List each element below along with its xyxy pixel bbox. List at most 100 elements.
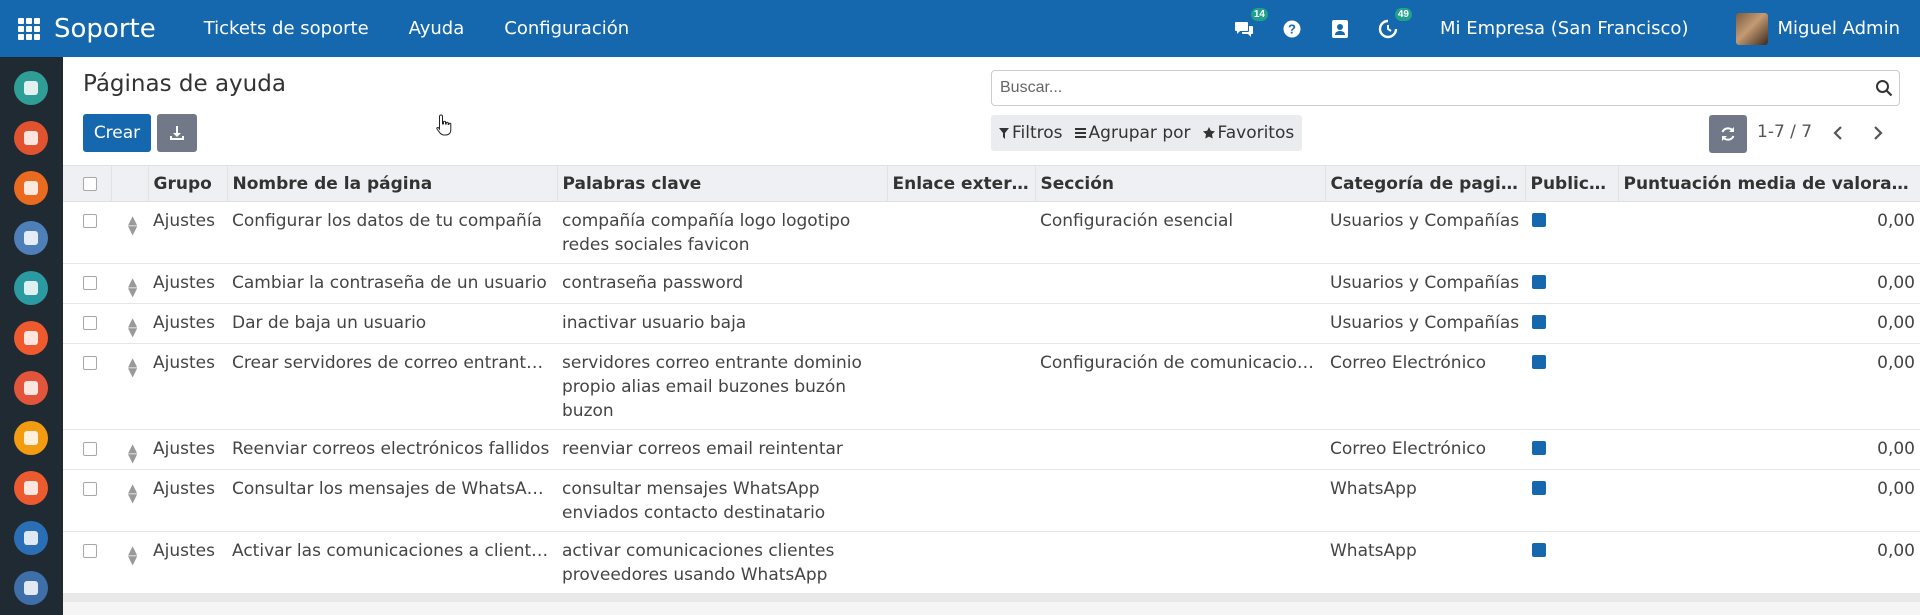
pager-value[interactable]: 1-7 / 7 (1757, 122, 1812, 142)
cell-keywords[interactable]: reenviar correos email reintentar (557, 429, 887, 470)
cell-section[interactable]: Configuración esencial (1035, 201, 1325, 264)
cell-keywords[interactable]: contraseña password (557, 263, 887, 304)
apps-menu-icon[interactable] (18, 17, 40, 40)
app-brand[interactable]: Soporte (54, 14, 156, 44)
cell-external-link[interactable] (887, 303, 1035, 344)
drag-handle-icon[interactable]: ▲ ▼ (128, 544, 143, 566)
sidebar-app-notes-icon[interactable] (14, 171, 48, 205)
cell-name[interactable]: Activar las comunicaciones a clientes ..… (227, 531, 557, 594)
published-checkbox[interactable] (1532, 441, 1546, 455)
cell-group[interactable]: Ajustes (148, 531, 227, 594)
cell-external-link[interactable] (887, 469, 1035, 532)
cell-section[interactable]: Configuración de comunicacion... (1035, 343, 1325, 430)
pager-next-button[interactable] (1866, 119, 1890, 147)
cell-group[interactable]: Ajustes (148, 429, 227, 470)
refresh-button[interactable] (1709, 115, 1747, 153)
column-header-section[interactable]: Sección (1035, 165, 1326, 202)
sidebar-app-events-icon[interactable] (14, 471, 48, 505)
cell-group[interactable]: Ajustes (148, 469, 227, 532)
column-header-name[interactable]: Nombre de la página (227, 165, 558, 202)
favorites-toggle[interactable]: Favoritos (1202, 123, 1294, 143)
select-all-checkbox[interactable] (83, 176, 97, 191)
column-header-external-link[interactable]: Enlace externo (887, 165, 1036, 202)
table-row[interactable]: ▲ ▼ Ajustes Reenviar correos electrónicos… (63, 429, 1920, 470)
table-row[interactable]: ▲ ▼ Ajustes Dar de baja un usuario inacti… (63, 303, 1920, 344)
table-row[interactable]: ▲ ▼ Ajustes Configurar los datos de tu co… (63, 201, 1920, 264)
cell-category[interactable]: Correo Electrónico (1325, 343, 1525, 430)
cell-rating[interactable]: 0,00 (1618, 469, 1920, 532)
drag-handle-icon[interactable]: ▲ ▼ (128, 356, 143, 378)
table-row[interactable]: ▲ ▼ Ajustes Crear servidores de correo en… (63, 343, 1920, 430)
cell-section[interactable] (1035, 303, 1325, 344)
contacts-icon[interactable] (1328, 17, 1352, 41)
cell-name[interactable]: Cambiar la contraseña de un usuario (227, 263, 557, 304)
user-avatar[interactable] (1736, 12, 1769, 45)
messages-icon[interactable]: 14 (1232, 7, 1268, 41)
sidebar-app-crm-icon[interactable] (14, 321, 48, 355)
cell-name[interactable]: Consultar los mensajes de WhatsApp ... (227, 469, 557, 532)
published-checkbox[interactable] (1532, 275, 1546, 289)
cell-category[interactable]: Usuarios y Compañías (1325, 303, 1525, 344)
group-by-toggle[interactable]: Agrupar por (1074, 123, 1191, 143)
cell-external-link[interactable] (887, 343, 1035, 430)
company-switcher[interactable]: Mi Empresa (San Francisco) (1440, 18, 1689, 39)
sidebar-app-calendar-icon[interactable] (14, 121, 48, 155)
drag-handle-icon[interactable]: ▲ ▼ (128, 442, 143, 464)
row-checkbox[interactable] (83, 316, 97, 330)
cell-group[interactable]: Ajustes (148, 201, 227, 264)
cell-external-link[interactable] (887, 201, 1035, 264)
sidebar-app-accounting-icon[interactable] (14, 571, 48, 605)
published-checkbox[interactable] (1532, 543, 1546, 557)
sidebar-app-pos-icon[interactable] (14, 521, 48, 555)
table-row[interactable]: ▲ ▼ Ajustes Activar las comunicaciones a … (63, 531, 1920, 594)
row-checkbox[interactable] (83, 544, 97, 558)
sidebar-app-helpdesk-icon[interactable] (14, 421, 48, 455)
row-checkbox[interactable] (83, 442, 97, 456)
cell-rating[interactable]: 0,00 (1618, 531, 1920, 594)
cell-keywords[interactable]: consultar mensajes WhatsApp enviados con… (557, 469, 887, 532)
menu-help[interactable]: Ayuda (409, 18, 465, 39)
cell-category[interactable]: WhatsApp (1325, 469, 1525, 532)
row-checkbox[interactable] (83, 356, 97, 370)
cell-rating[interactable]: 0,00 (1618, 263, 1920, 304)
cell-name[interactable]: Dar de baja un usuario (227, 303, 557, 344)
published-checkbox[interactable] (1532, 315, 1546, 329)
drag-handle-icon[interactable]: ▲ ▼ (128, 482, 143, 504)
table-row[interactable]: ▲ ▼ Ajustes Consultar los mensajes de Wha… (63, 469, 1920, 532)
cell-category[interactable]: Usuarios y Compañías (1325, 263, 1525, 304)
table-row[interactable]: ▲ ▼ Ajustes Cambiar la contraseña de un u… (63, 263, 1920, 304)
cell-category[interactable]: Usuarios y Compañías (1325, 201, 1525, 264)
published-checkbox[interactable] (1532, 481, 1546, 495)
help-icon[interactable]: ? (1280, 17, 1304, 41)
cell-rating[interactable]: 0,00 (1618, 343, 1920, 430)
sidebar-app-1-icon[interactable] (14, 71, 48, 105)
pager-previous-button[interactable] (1826, 119, 1850, 147)
menu-tickets[interactable]: Tickets de soporte (204, 18, 369, 39)
row-checkbox[interactable] (83, 276, 97, 290)
column-header-category[interactable]: Categoría de pagina (1325, 165, 1526, 202)
sidebar-app-reports-icon[interactable] (14, 371, 48, 405)
cell-external-link[interactable] (887, 263, 1035, 304)
cell-rating[interactable]: 0,00 (1618, 201, 1920, 264)
column-header-group[interactable]: Grupo (148, 165, 228, 202)
cell-group[interactable]: Ajustes (148, 263, 227, 304)
cell-name[interactable]: Configurar los datos de tu compañía (227, 201, 557, 264)
column-header-published[interactable]: Publica... (1525, 165, 1619, 202)
cell-external-link[interactable] (887, 531, 1035, 594)
cell-external-link[interactable] (887, 429, 1035, 470)
search-input[interactable] (1000, 71, 1860, 105)
sidebar-app-contacts-icon[interactable] (14, 221, 48, 255)
download-button[interactable] (157, 114, 197, 152)
cell-name[interactable]: Reenviar correos electrónicos fallidos (227, 429, 557, 470)
user-menu[interactable]: Miguel Admin (1777, 18, 1900, 39)
filters-toggle[interactable]: Filtros (999, 123, 1063, 143)
cell-keywords[interactable]: compañía compañía logo logotipo redes so… (557, 201, 887, 264)
row-checkbox[interactable] (83, 482, 97, 496)
menu-config[interactable]: Configuración (504, 18, 629, 39)
create-button[interactable]: Crear (83, 114, 151, 152)
cell-section[interactable] (1035, 429, 1325, 470)
search-icon[interactable] (1875, 79, 1893, 97)
activities-icon[interactable]: 49 (1376, 7, 1412, 41)
cell-category[interactable]: WhatsApp (1325, 531, 1525, 594)
cell-section[interactable] (1035, 469, 1325, 532)
